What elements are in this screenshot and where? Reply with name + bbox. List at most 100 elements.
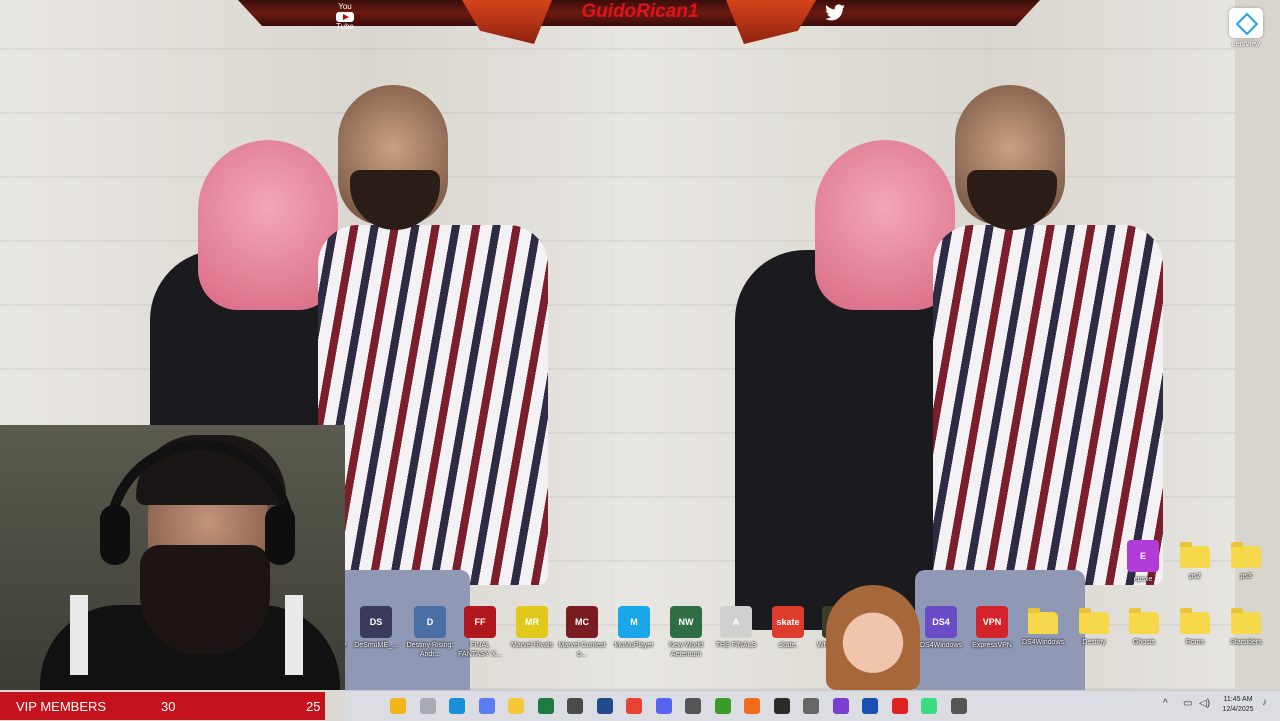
desktop-shortcut[interactable]: MR Marvel Rivals [506,606,558,650]
desktop-shortcut-label: Destiny Rising: Andr... [406,642,454,658]
network-icon[interactable]: ▭ [1183,698,1192,709]
striped-shirt [933,225,1163,585]
desktop-shortcut-label: Roms [1185,639,1205,646]
headset-earcup [265,505,295,565]
chrome-icon[interactable] [626,698,642,714]
streamer-webcam [0,425,345,690]
windows-taskbar: ^ ▭ ◁) [345,690,1280,721]
youtube-text-top: You [338,2,352,11]
playstation-icon[interactable] [862,698,878,714]
desktop-shortcut-label: New World Aeternum [668,642,704,658]
folder-icon [1079,608,1109,634]
desktop-shortcut-label: DS4Windows [919,642,962,649]
app-icon: MR [516,606,548,638]
desktop-shortcut-label: Destiny [1082,639,1106,646]
epic-icon[interactable] [773,698,790,714]
android-icon[interactable] [921,698,937,714]
volume-icon[interactable]: ◁) [1199,698,1210,709]
headset-earcup [100,505,130,565]
desktop-shortcut[interactable]: FF FINAL FANTASY X... [454,606,506,659]
youtube-play-shape [336,12,354,22]
youtube-icon: You Tube [334,2,356,31]
desktop-shortcut[interactable]: Destiny [1068,606,1120,647]
folder-icon [1028,608,1058,634]
settings-icon[interactable] [803,698,819,714]
desktop-shortcut-label: Marvel Rivals [510,642,553,649]
youtube-text-bottom: Tube [336,22,354,31]
discord-icon[interactable] [655,698,672,714]
xbox-icon[interactable] [714,698,731,714]
file-icon[interactable] [419,698,436,714]
webcam-shirt-stripe [70,595,88,675]
desktop-shortcut-label: skate. [778,642,798,649]
edge-icon[interactable] [449,698,465,714]
app-icon: D [414,606,446,638]
app-icon: VPN [976,606,1008,638]
desktop-shortcut[interactable]: D Destiny Rising: Andr... [404,606,456,659]
vip-count-b: 25 [306,699,321,714]
twitter-icon [825,4,845,21]
store-icon[interactable] [567,698,583,714]
vip-count-a: 30 [161,699,176,714]
desktop-shortcut[interactable]: skate skate. [762,606,814,650]
desktop-shortcut-label: Starsiders [1230,639,1262,646]
excel-icon[interactable] [537,698,554,714]
app-icon: M [618,606,650,638]
folder-icon [1180,608,1210,634]
copilot-icon[interactable] [478,698,495,714]
desktop-shortcut[interactable]: Ghosts [1118,606,1170,647]
folder-icon [1180,542,1210,568]
desktop-shortcut[interactable]: DS4Windows [1017,606,1069,647]
taskbar-clock[interactable]: 11:45 AM 12/4/2025 [1218,695,1258,715]
striped-shirt [318,225,548,585]
app-icon: skate [772,606,804,638]
desktop-shortcut[interactable]: Roms [1169,606,1221,647]
desktop-shortcut-label: Ghosts [1132,639,1156,646]
vip-label: VIP MEMBERS [16,699,107,714]
desktop-shortcut[interactable]: Starsiders [1220,606,1272,647]
file-explorer-icon[interactable] [508,698,524,714]
desktop-shortcut[interactable]: DS DeSmuME_... [350,606,402,650]
desktop-shortcut-label: THE FINALS [715,642,757,649]
firefox-icon[interactable] [744,698,760,714]
app-icon: E [1127,540,1159,572]
folder-icon [1129,608,1159,634]
weather-icon[interactable] [390,698,406,714]
app-icon: MC [566,606,598,638]
desktop-shortcut[interactable]: ps3 [1220,540,1272,581]
desktop-shortcut-label: MuMuPlayer [614,642,654,649]
pen-icon[interactable] [950,698,967,714]
app-icon: A [720,606,752,638]
gog-icon[interactable] [832,698,849,714]
desktop-shortcut[interactable]: ps2 [1169,540,1221,581]
desktop-shortcut-label: ps2 [1189,573,1201,580]
tray-chevron-icon[interactable]: ^ [1163,698,1168,709]
desktop-shortcut-label: DS4Windows [1021,639,1064,646]
clock-time: 11:45 AM [1223,696,1253,703]
roblox-icon[interactable] [891,698,908,714]
vip-members-bar: VIP MEMBERS 30 25 [0,692,325,720]
desktop-shortcut[interactable]: A THE FINALS [710,606,762,650]
folder-icon [1231,542,1261,568]
webcam-beard [140,545,270,655]
desktop-shortcut[interactable]: DS4 DS4Windows [915,606,967,650]
desktop-shortcut[interactable]: M MuMuPlayer [608,606,660,650]
app-icon: DS4 [925,606,957,638]
app-icon: DS [360,606,392,638]
desktop-shortcut-label: epsxe [1133,576,1153,583]
notification-bell-icon[interactable]: ♪ [1262,697,1274,711]
desktop-shortcut-label: FINAL FANTASY X... [458,642,502,658]
desktop-shortcut[interactable]: MC Marvel Contest o... [556,606,608,659]
app-icon: FF [464,606,496,638]
desktop-shortcut[interactable]: Eepsxe [1117,540,1169,584]
letsview-label: LetsView [1231,41,1261,48]
letsview-icon[interactable] [1229,8,1263,38]
folder-icon [1231,608,1261,634]
desktop-shortcut[interactable]: NW New World Aeternum [660,606,712,659]
desktop-shortcut-label: DeSmuME_... [354,642,398,649]
desktop-shortcut[interactable]: VPN ExpressVPN [966,606,1018,650]
obs-icon[interactable] [685,698,701,714]
woman-hair [198,140,338,310]
child-photo-overlay [826,585,920,690]
steam-icon[interactable] [596,698,613,714]
